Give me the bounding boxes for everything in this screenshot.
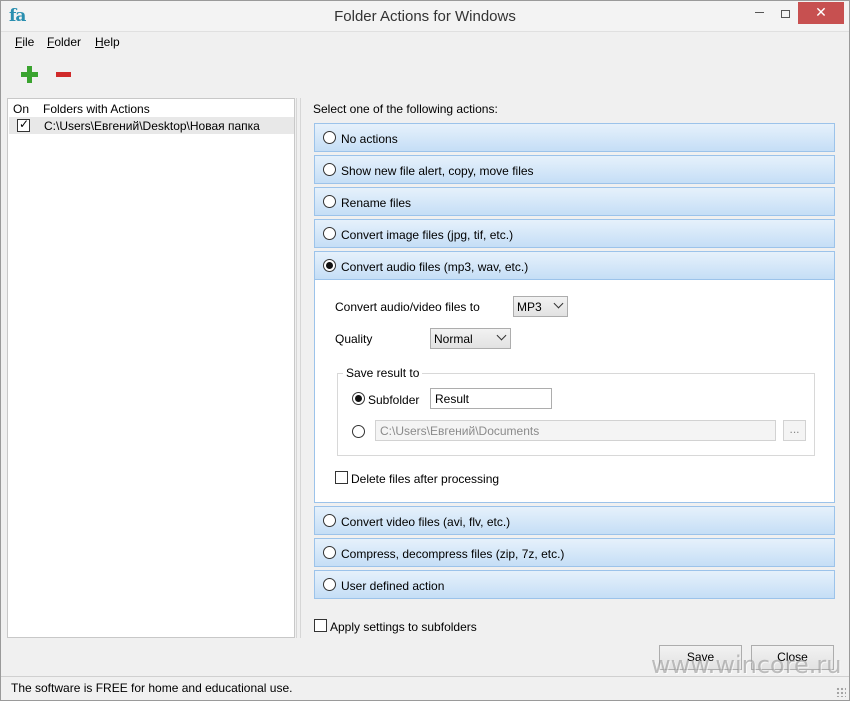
watermark: www.wincore.ru (651, 651, 842, 679)
apply-subfolders-label: Apply settings to subfolders (330, 620, 477, 634)
quality-value: Normal (434, 332, 473, 346)
action-convert-video[interactable]: Convert video files (avi, flv, etc.) (314, 506, 835, 535)
action-radio[interactable] (323, 131, 336, 144)
close-window-button[interactable]: ✕ (798, 2, 844, 24)
window-title: Folder Actions for Windows (334, 8, 516, 25)
action-label: Convert audio files (mp3, wav, etc.) (341, 260, 529, 274)
subfolder-label: Subfolder (368, 393, 420, 407)
menu-bar: File Folder Help (1, 33, 849, 51)
save-result-group: Save result to Subfolder Result C:\Users… (337, 366, 815, 456)
add-folder-button[interactable] (21, 66, 38, 83)
maximize-button[interactable] (772, 2, 798, 24)
action-label: Compress, decompress files (zip, 7z, etc… (341, 547, 565, 561)
app-window: fa Folder Actions for Windows ✕ File Fol… (0, 0, 850, 701)
quality-label: Quality (335, 332, 373, 346)
column-header-on[interactable]: On (13, 102, 29, 116)
format-value: MP3 (517, 300, 542, 314)
browse-button[interactable]: ... (783, 420, 806, 441)
action-user-defined[interactable]: User defined action (314, 570, 835, 599)
folders-list: On Folders with Actions C:\Users\Евгений… (7, 98, 295, 638)
custom-path-radio[interactable] (352, 425, 365, 438)
action-rename-files[interactable]: Rename files (314, 187, 835, 216)
folder-enabled-checkbox[interactable] (17, 117, 30, 132)
action-radio[interactable] (323, 578, 336, 591)
folder-path: C:\Users\Евгений\Desktop\Новая папка (44, 119, 260, 133)
action-radio[interactable] (323, 227, 336, 240)
action-no-actions[interactable]: No actions (314, 123, 835, 152)
status-bar: The software is FREE for home and educat… (1, 676, 849, 700)
action-label: Show new file alert, copy, move files (341, 164, 534, 178)
action-convert-audio[interactable]: Convert audio files (mp3, wav, etc.) (314, 251, 835, 280)
column-header-folders[interactable]: Folders with Actions (43, 102, 150, 116)
subfolder-radio[interactable] (352, 392, 365, 405)
action-radio[interactable] (323, 163, 336, 176)
action-convert-image[interactable]: Convert image files (jpg, tif, etc.) (314, 219, 835, 248)
quality-select[interactable]: Normal (430, 328, 511, 349)
delete-files-label: Delete files after processing (351, 472, 500, 486)
resize-grip-icon[interactable] (836, 687, 846, 697)
subfolder-value: Result (435, 392, 470, 406)
action-compress[interactable]: Compress, decompress files (zip, 7z, etc… (314, 538, 835, 567)
save-result-title: Save result to (343, 366, 423, 380)
custom-path-value: C:\Users\Евгений\Documents (380, 424, 540, 438)
action-label: Rename files (341, 196, 412, 210)
actions-prompt: Select one of the following actions: (313, 102, 498, 116)
action-radio[interactable] (323, 259, 336, 272)
minimize-button[interactable] (746, 2, 772, 24)
toolbar (1, 53, 849, 97)
action-label: No actions (341, 132, 398, 146)
remove-folder-button[interactable] (56, 72, 71, 77)
folders-list-header: On Folders with Actions (8, 101, 294, 117)
maximize-icon (780, 10, 790, 18)
apply-subfolders-checkbox[interactable] (314, 619, 327, 632)
menu-folder[interactable]: Folder (47, 35, 81, 49)
action-label: Convert image files (jpg, tif, etc.) (341, 228, 514, 242)
menu-help[interactable]: Help (95, 35, 120, 49)
audio-options-panel: Convert audio/video files to MP3 Quality… (314, 280, 835, 503)
chevron-down-icon (496, 330, 507, 341)
menu-file[interactable]: File (15, 35, 34, 49)
folder-row[interactable]: C:\Users\Евгений\Desktop\Новая папка (9, 117, 294, 134)
format-select[interactable]: MP3 (513, 296, 568, 317)
panel-splitter[interactable] (296, 98, 301, 638)
convert-to-label: Convert audio/video files to (335, 300, 480, 314)
minimize-icon (754, 12, 764, 13)
custom-path-input[interactable]: C:\Users\Евгений\Documents (375, 420, 776, 441)
action-label: User defined action (341, 579, 445, 593)
subfolder-input[interactable]: Result (430, 388, 552, 409)
action-radio[interactable] (323, 195, 336, 208)
status-text: The software is FREE for home and educat… (11, 681, 293, 695)
action-radio[interactable] (323, 546, 336, 559)
chevron-down-icon (553, 298, 564, 309)
action-radio[interactable] (323, 514, 336, 527)
title-bar: fa Folder Actions for Windows ✕ (1, 1, 849, 32)
action-label: Convert video files (avi, flv, etc.) (341, 515, 511, 529)
action-file-alert[interactable]: Show new file alert, copy, move files (314, 155, 835, 184)
delete-files-checkbox[interactable] (335, 471, 348, 484)
